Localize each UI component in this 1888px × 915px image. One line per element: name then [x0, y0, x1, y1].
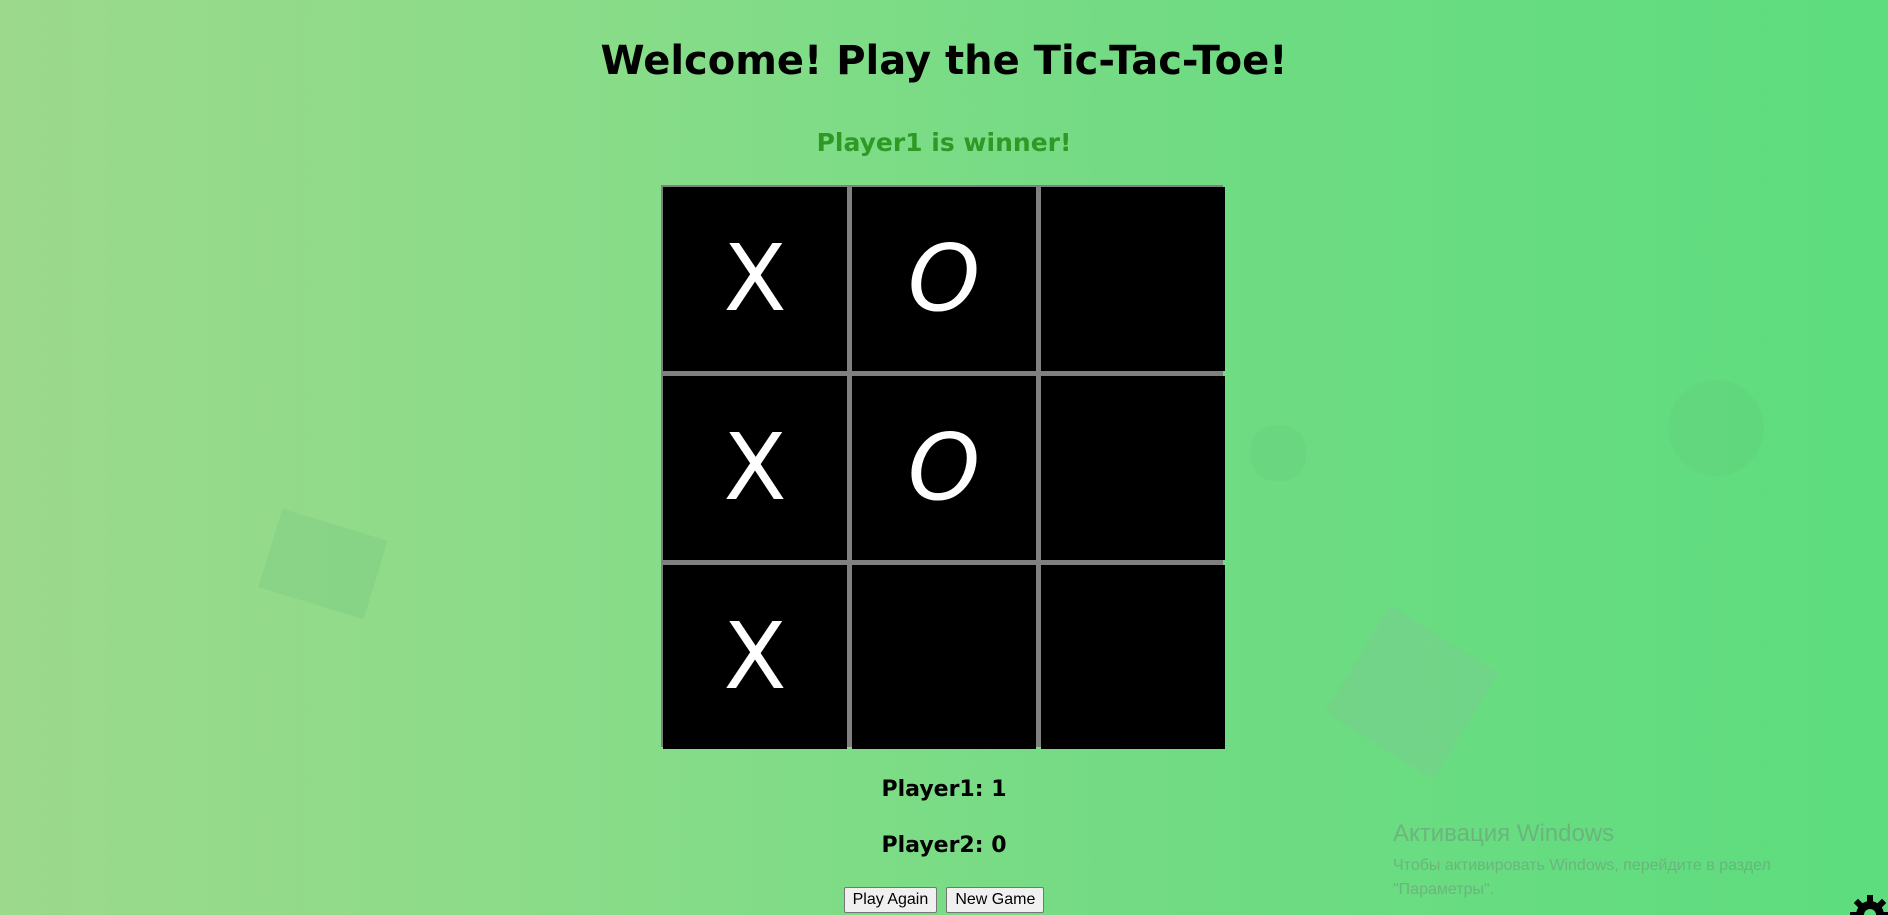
page-title: Welcome! Play the Tic-Tac-Toe! — [600, 38, 1288, 84]
watermark-title: Активация Windows — [1393, 820, 1615, 847]
board-cell[interactable]: O — [852, 376, 1036, 560]
new-game-button[interactable]: New Game — [946, 887, 1045, 913]
board-cell[interactable] — [1041, 187, 1225, 371]
windows-activation-watermark: Активация Windows Чтобы активировать Win… — [1393, 820, 1771, 902]
board-cell[interactable] — [852, 565, 1036, 749]
board-cell[interactable] — [1041, 565, 1225, 749]
gear-icon[interactable] — [1848, 893, 1888, 915]
background-shape — [258, 508, 388, 620]
game-status: Player1 is winner! — [816, 128, 1072, 157]
watermark-line: Чтобы активировать Windows, перейдите в … — [1393, 857, 1771, 874]
board-cell[interactable]: X — [663, 376, 847, 560]
board-cell[interactable]: X — [663, 565, 847, 749]
background-shape — [1668, 380, 1764, 476]
game-board: X O X O X — [661, 185, 1225, 749]
board-cell[interactable] — [1041, 376, 1225, 560]
watermark-line: "Параметры". — [1393, 881, 1495, 898]
player1-score: Player1: 1 — [881, 777, 1007, 802]
play-again-button[interactable]: Play Again — [843, 887, 938, 913]
board-cell[interactable]: X — [663, 187, 847, 371]
board-cell[interactable]: O — [852, 187, 1036, 371]
background-shape — [1250, 425, 1306, 481]
background-shape — [1324, 605, 1500, 780]
